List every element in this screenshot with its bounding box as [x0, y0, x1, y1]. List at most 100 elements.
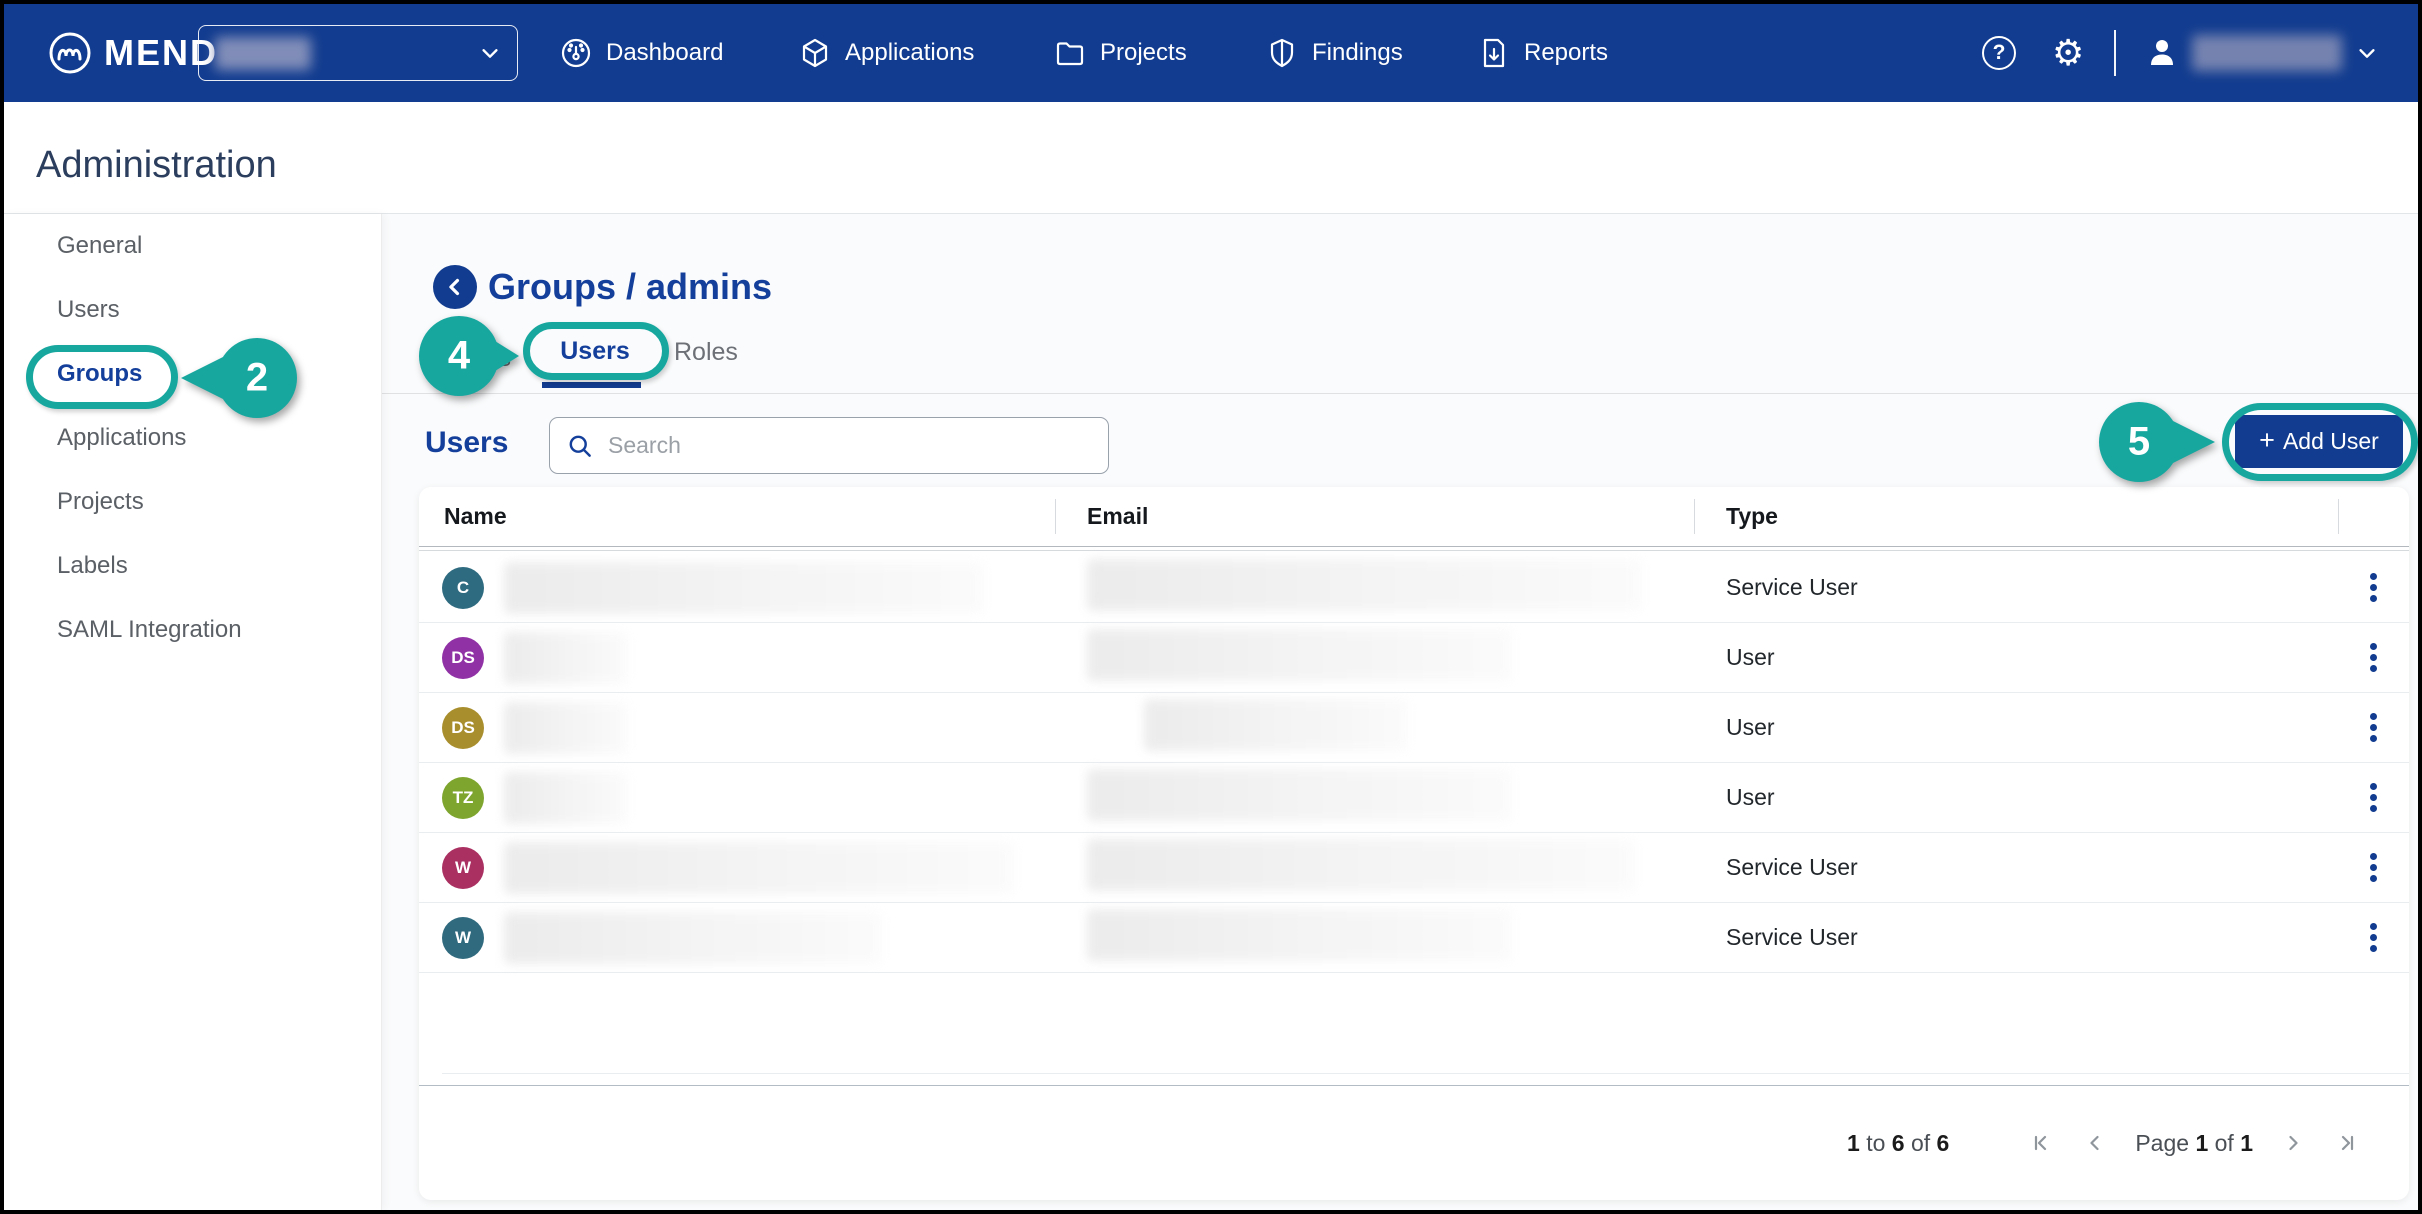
redacted-email: [1087, 909, 1512, 961]
folder-icon: [1054, 37, 1086, 69]
navbar-right-cluster: ? ⚙: [1982, 4, 2378, 102]
avatar: DS: [442, 707, 484, 749]
report-download-icon: [1478, 37, 1510, 69]
mend-logo-icon: [46, 29, 94, 77]
sidebar-item[interactable]: Applications: [4, 406, 381, 470]
user-type: User: [1726, 784, 1775, 810]
add-user-button[interactable]: + Add User: [2235, 415, 2403, 468]
table-row: TZ User: [419, 763, 2409, 833]
redacted-email: [1144, 699, 1408, 751]
user-type: Service User: [1726, 924, 1858, 950]
first-page-button[interactable]: [2027, 1129, 2055, 1157]
mend-logo[interactable]: MEND: [46, 4, 218, 102]
actions-cell: [2338, 705, 2409, 750]
nav-item-applications[interactable]: Applications: [799, 4, 974, 102]
chevron-down-icon: [479, 42, 501, 64]
gear-icon[interactable]: ⚙: [2052, 35, 2084, 71]
kebab-menu-icon[interactable]: [2362, 915, 2385, 960]
chevron-down-icon[interactable]: [2356, 42, 2378, 64]
header-double-border: [419, 550, 2409, 551]
page-title: Administration: [36, 144, 277, 187]
shield-icon: [1266, 37, 1298, 69]
organization-selector[interactable]: [198, 25, 518, 81]
redacted-name: [504, 632, 628, 684]
users-table-card: Name Email Type C: [419, 487, 2409, 1200]
kebab-menu-icon[interactable]: [2362, 565, 2385, 610]
redacted-name: [504, 702, 628, 754]
tab-roles[interactable]: Roles: [674, 338, 738, 367]
pagination-page-indicator: Page 1 of 1: [2135, 1130, 2253, 1157]
kebab-menu-icon[interactable]: [2362, 705, 2385, 750]
pagination-bar: 1 to 6 of 6 Page 1 of: [419, 1085, 2409, 1200]
sidebar-item[interactable]: Groups: [4, 342, 381, 406]
main-content: Groups / admins s Users Roles Users + Ad…: [382, 214, 2418, 1210]
column-header-type: Type: [1694, 487, 2338, 546]
email-cell: [1055, 909, 1694, 966]
user-type: Service User: [1726, 854, 1858, 880]
table-header: Name Email Type: [419, 487, 2409, 547]
nav-item-dashboard[interactable]: Dashboard: [560, 4, 723, 102]
redacted-name: [504, 912, 882, 964]
tab-users[interactable]: Users: [542, 337, 648, 366]
user-type: Service User: [1726, 574, 1858, 600]
actions-cell: [2338, 635, 2409, 680]
type-cell: User: [1694, 714, 2338, 741]
table-body: C Service User: [419, 553, 2409, 973]
email-cell: [1055, 699, 1694, 756]
column-header-actions: [2338, 487, 2409, 546]
back-button[interactable]: [433, 265, 477, 309]
plus-icon: +: [2259, 425, 2275, 456]
avatar: C: [442, 567, 484, 609]
tab-partially-hidden[interactable]: s: [499, 345, 511, 373]
sidebar-item[interactable]: General: [4, 214, 381, 278]
type-cell: Service User: [1694, 924, 2338, 951]
name-cell: DS: [419, 632, 1055, 684]
type-cell: User: [1694, 644, 2338, 671]
nav-item-findings[interactable]: Findings: [1266, 4, 1403, 102]
nav-item-reports[interactable]: Reports: [1478, 4, 1608, 102]
nav-item-projects[interactable]: Projects: [1054, 4, 1187, 102]
sidebar-item[interactable]: SAML Integration: [4, 598, 381, 662]
next-page-button[interactable]: [2279, 1129, 2307, 1157]
name-cell: DS: [419, 702, 1055, 754]
redacted-name: [504, 842, 1014, 894]
avatar: W: [442, 847, 484, 889]
section-title: Users: [425, 426, 508, 460]
admin-sidebar: General Users Groups Applications Projec…: [4, 214, 382, 1210]
pagination-range: 1 to 6 of 6: [1847, 1130, 1949, 1157]
column-header-name: Name: [419, 487, 1055, 546]
name-cell: TZ: [419, 772, 1055, 824]
help-icon[interactable]: ?: [1982, 36, 2016, 70]
kebab-menu-icon[interactable]: [2362, 635, 2385, 680]
previous-page-button[interactable]: [2081, 1129, 2109, 1157]
actions-cell: [2338, 775, 2409, 820]
footer-inset-line: [442, 1073, 2409, 1074]
redacted-email: [1087, 629, 1512, 681]
avatar: W: [442, 917, 484, 959]
user-avatar-icon[interactable]: [2144, 35, 2180, 71]
name-cell: C: [419, 562, 1055, 614]
sidebar-item[interactable]: Projects: [4, 470, 381, 534]
kebab-menu-icon[interactable]: [2362, 775, 2385, 820]
table-row: C Service User: [419, 553, 2409, 623]
sidebar-item[interactable]: Labels: [4, 534, 381, 598]
redacted-username: [2192, 35, 2342, 71]
email-cell: [1055, 559, 1694, 616]
page-header: Administration: [4, 102, 2418, 214]
kebab-menu-icon[interactable]: [2362, 845, 2385, 890]
active-tab-indicator: [542, 382, 641, 388]
table-row: W Service User: [419, 903, 2409, 973]
dashboard-icon: [560, 37, 592, 69]
last-page-button[interactable]: [2333, 1129, 2361, 1157]
chevron-left-icon: [442, 274, 468, 300]
actions-cell: [2338, 845, 2409, 890]
search-input[interactable]: [608, 432, 1092, 459]
redacted-organization-name: [215, 37, 311, 70]
type-cell: Service User: [1694, 854, 2338, 881]
table-row: DS User: [419, 693, 2409, 763]
redacted-email: [1087, 559, 1642, 611]
sidebar-item[interactable]: Users: [4, 278, 381, 342]
redacted-name: [504, 562, 984, 614]
top-navbar: MEND Dashboard: [4, 4, 2418, 102]
mend-admin-screen: MEND Dashboard: [0, 0, 2422, 1214]
